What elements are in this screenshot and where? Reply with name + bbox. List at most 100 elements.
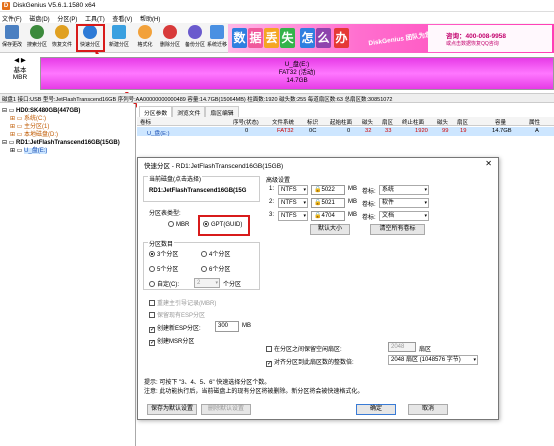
tree-partition-e[interactable]: ⊞ ▭ U_盘(E:) [0, 147, 135, 155]
format-button[interactable]: 格式化 [133, 25, 157, 52]
disk-type-mbr: MBR [12, 74, 28, 81]
volume-select-2[interactable]: 软件 ▾ [379, 198, 429, 208]
volume-label-text: 卷标: [362, 189, 376, 195]
size-input-2[interactable]: 🔒5021 [311, 198, 345, 208]
recover-icon [55, 25, 69, 39]
align-sectors-checkbox[interactable]: ✓ 对齐分区到此扇区数的整数倍: [266, 357, 354, 367]
radio-icon [168, 221, 174, 227]
fs-select-2[interactable]: NTFS ▾ [278, 198, 308, 208]
col-volume: 卷标 [140, 120, 152, 126]
menu-view[interactable]: 查看(V) [110, 12, 136, 23]
pt-mbr-radio[interactable]: MBR [168, 221, 189, 228]
size-unit: MB [348, 199, 357, 205]
banner-contact: 咨询：400-008-9958 或点击数据恢复QQ咨询 [428, 25, 552, 52]
close-icon[interactable]: ✕ [485, 159, 492, 168]
menu-partition[interactable]: 分区(P) [55, 12, 81, 23]
title-bar: D DiskGenius V5.6.1.1580 x64 [0, 0, 554, 12]
radio-icon [149, 281, 155, 287]
col-end-sector: 扇区 [457, 120, 469, 126]
advanced-label: 高级设置 [266, 178, 291, 184]
recover-files-button[interactable]: 恢复文件 [50, 25, 74, 52]
current-disk-value[interactable]: RD1:JetFlashTranscend16GB(15G [149, 188, 246, 194]
disk-info-line: 磁盘1 接口:USB 型号:JetFlashTranscend16GB 序列号:… [0, 93, 554, 103]
cancel-button[interactable]: 取消 [408, 404, 448, 415]
col-fs: 文件系统 [272, 120, 295, 126]
fs-select-1[interactable]: NTFS ▾ [278, 185, 308, 195]
fs-select-3[interactable]: NTFS ▾ [278, 211, 308, 221]
count-custom-radio[interactable]: 自定(C): [149, 279, 179, 288]
col-id: 标识 [307, 120, 319, 126]
highlight-gpt [198, 215, 250, 236]
window-title: DiskGenius V5.6.1.1580 x64 [13, 2, 96, 9]
save-default-button[interactable]: 保存为默认设置 [147, 404, 197, 415]
tree-disk-hd0[interactable]: ⊟ ▭ HD0:SK480GB(447GB) [0, 107, 135, 115]
esp-size-unit: MB [242, 323, 251, 329]
volume-select-1[interactable]: 系统 ▾ [379, 185, 429, 195]
default-size-button[interactable]: 默认大小 [310, 224, 350, 235]
app-icon: D [2, 2, 10, 10]
reserve-sectors-input[interactable]: 2048 [388, 342, 416, 352]
checkbox-icon [149, 300, 155, 306]
radio-checked-icon [149, 251, 155, 257]
volume-label-text: 卷标: [362, 215, 376, 221]
tree-partition-c[interactable]: ⊞ ▭ 系统(C:) [0, 115, 135, 123]
checkbox-icon [266, 346, 272, 352]
tree-disk-rd1[interactable]: ⊟ ▭ RD1:JetFlashTranscend16GB(15GB) [0, 139, 135, 147]
ok-button[interactable]: 确定 [356, 404, 396, 415]
align-select[interactable]: 2048 扇区 (1048576 字节) ▾ [388, 355, 478, 365]
reserve-sectors-checkbox[interactable]: 在分区之间保留空闲扇区: [266, 344, 342, 353]
clear-labels-button[interactable]: 清空所有卷标 [370, 224, 425, 235]
partition-bar[interactable]: U_盘(E:) FAT32 (活动) 14.7GB [40, 57, 554, 90]
custom-count-select[interactable]: 2 ▾ [194, 278, 220, 288]
rebuild-mbr-checkbox[interactable]: 重建主引导记录(MBR) [149, 298, 216, 307]
volume-label-text: 卷标: [362, 202, 376, 208]
radio-icon [201, 266, 207, 272]
custom-count-unit: 个分区 [223, 282, 242, 288]
keep-esp-checkbox[interactable]: 保留现有ESP分区 [149, 310, 205, 319]
count-3-radio[interactable]: 3个分区 [149, 249, 178, 258]
volume-select-3[interactable]: 文档 ▾ [379, 211, 429, 221]
menu-disk[interactable]: 磁盘(D) [27, 12, 53, 23]
partition-table-header: 卷标 序号(状态) 文件系统 标识 起始柱面 磁头 扇区 终止柱面 磁头 扇区 … [137, 117, 554, 126]
ad-banner[interactable]: 数 据 丢 失 怎 么 办 DiskGenius 团队为您服务 咨询：400-0… [228, 24, 554, 53]
col-end-head: 磁头 [437, 120, 449, 126]
search-partition-button[interactable]: 搜索分区 [25, 25, 49, 52]
menu-help[interactable]: 帮助(H) [138, 12, 164, 23]
create-msr-checkbox[interactable]: ✓ 创建MSR分区 [149, 336, 194, 346]
count-4-radio[interactable]: 4个分区 [201, 249, 230, 258]
delete-default-button[interactable]: 删除默认设置 [201, 404, 251, 415]
check-icon: ✓ [149, 327, 156, 333]
banner-qq: 或点击数据恢复QQ咨询 [446, 41, 499, 47]
delete-partition-button[interactable]: 删除分区 [158, 25, 182, 52]
banner-char: 丢 [264, 28, 279, 48]
disk-nav-arrows[interactable]: ◀ ▶ [2, 56, 38, 64]
migration-icon [210, 25, 224, 39]
chevron-down-icon: ▾ [215, 280, 218, 286]
disk-map-row: ◀ ▶ 基本 MBR U_盘(E:) FAT32 (活动) 14.7GB [0, 54, 554, 92]
size-input-3[interactable]: 🔒4704 [311, 211, 345, 221]
save-changes-button[interactable]: 保存更改 [0, 25, 24, 52]
table-row[interactable]: U_盘(E:) 0 FAT32 0C 0 32 33 1920 99 19 14… [137, 127, 554, 137]
adv-row-index: 3: [269, 212, 275, 218]
backup-partition-button[interactable]: 备份分区 [183, 25, 207, 52]
new-partition-button[interactable]: 新建分区 [107, 25, 131, 52]
menu-tools[interactable]: 工具(T) [83, 12, 109, 23]
reserve-unit: 扇区 [419, 347, 432, 353]
chevron-down-icon: ▾ [473, 357, 476, 363]
banner-char: 怎 [300, 28, 315, 48]
size-unit: MB [348, 186, 357, 192]
system-migration-button[interactable]: 系统迁移 [205, 25, 229, 52]
banner-char: 失 [280, 28, 295, 48]
create-esp-checkbox[interactable]: ✓ 创建新ESP分区: [149, 323, 201, 333]
esp-size-input[interactable]: 300 [215, 321, 239, 332]
tree-partition-d[interactable]: ⊞ ▭ 本地磁盘(D:) [0, 131, 135, 139]
banner-char: 据 [248, 28, 263, 48]
tree-partition-primary1[interactable]: ⊞ ▭ 主分区(1) [0, 123, 135, 131]
size-input-1[interactable]: 🔒5022 [311, 185, 345, 195]
count-5-radio[interactable]: 5个分区 [149, 264, 178, 273]
count-6-radio[interactable]: 6个分区 [201, 264, 230, 273]
partition-fs: FAT32 (活动) [278, 69, 316, 76]
menu-file[interactable]: 文件(F) [0, 12, 26, 23]
chevron-down-icon: ▾ [303, 200, 306, 206]
dialog-title: 快速分区 - RD1:JetFlashTranscend16GB(15GB) [144, 163, 284, 170]
